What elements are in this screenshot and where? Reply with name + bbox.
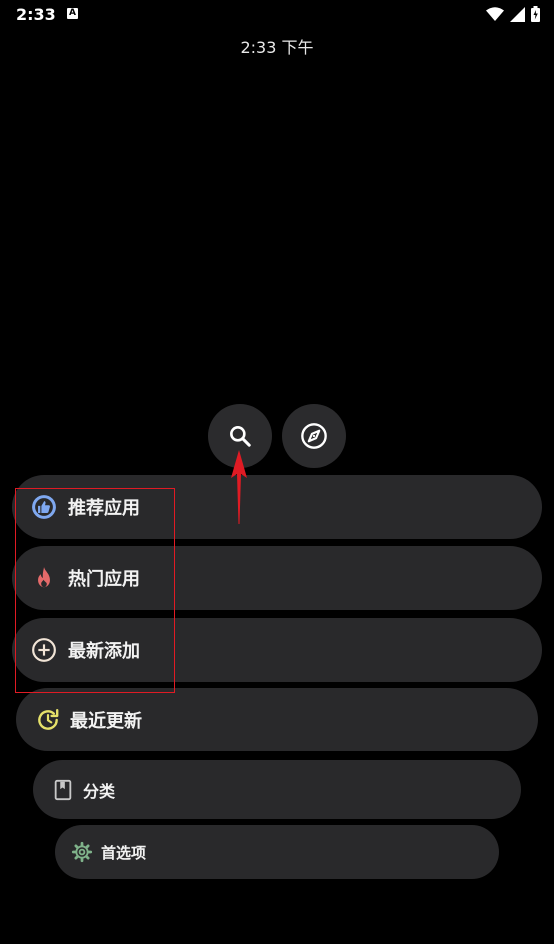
- thumbs-up-icon: [30, 493, 58, 521]
- menu-item-recommended-apps[interactable]: 推荐应用: [12, 475, 542, 539]
- menu-item-categories[interactable]: 分类: [33, 760, 521, 819]
- update-icon: [34, 706, 62, 734]
- status-bar: 2:33 A: [0, 0, 554, 30]
- add-circle-icon: [30, 636, 58, 664]
- menu-item-label: 推荐应用: [68, 498, 140, 519]
- fire-icon: [30, 564, 58, 592]
- menu-item-label: 首选项: [101, 843, 147, 862]
- menu-item-newly-added[interactable]: 最新添加: [12, 618, 542, 682]
- wifi-icon: [486, 6, 504, 21]
- menu-item-recently-updated[interactable]: 最近更新: [16, 688, 538, 751]
- lockscreen-clock: 2:33 下午: [240, 38, 314, 57]
- explore-button[interactable]: [282, 404, 346, 468]
- gear-icon: [70, 840, 94, 864]
- annotation-arrow: [231, 450, 247, 524]
- menu-item-label: 热门应用: [68, 569, 140, 590]
- menu-item-label: 最近更新: [70, 710, 142, 732]
- status-icons: [486, 6, 540, 22]
- menu-item-label: 分类: [83, 781, 116, 801]
- menu-item-preferences[interactable]: 首选项: [55, 825, 499, 879]
- status-time: 2:33: [16, 5, 56, 24]
- book-icon: [51, 778, 75, 802]
- search-icon: [230, 426, 251, 447]
- cell-signal-icon: [510, 6, 525, 22]
- menu-item-hot-apps[interactable]: 热门应用: [12, 546, 542, 610]
- compass-icon: [301, 423, 327, 449]
- notification-icon: A: [67, 8, 78, 19]
- battery-icon: [531, 6, 540, 22]
- menu-item-label: 最新添加: [68, 641, 140, 662]
